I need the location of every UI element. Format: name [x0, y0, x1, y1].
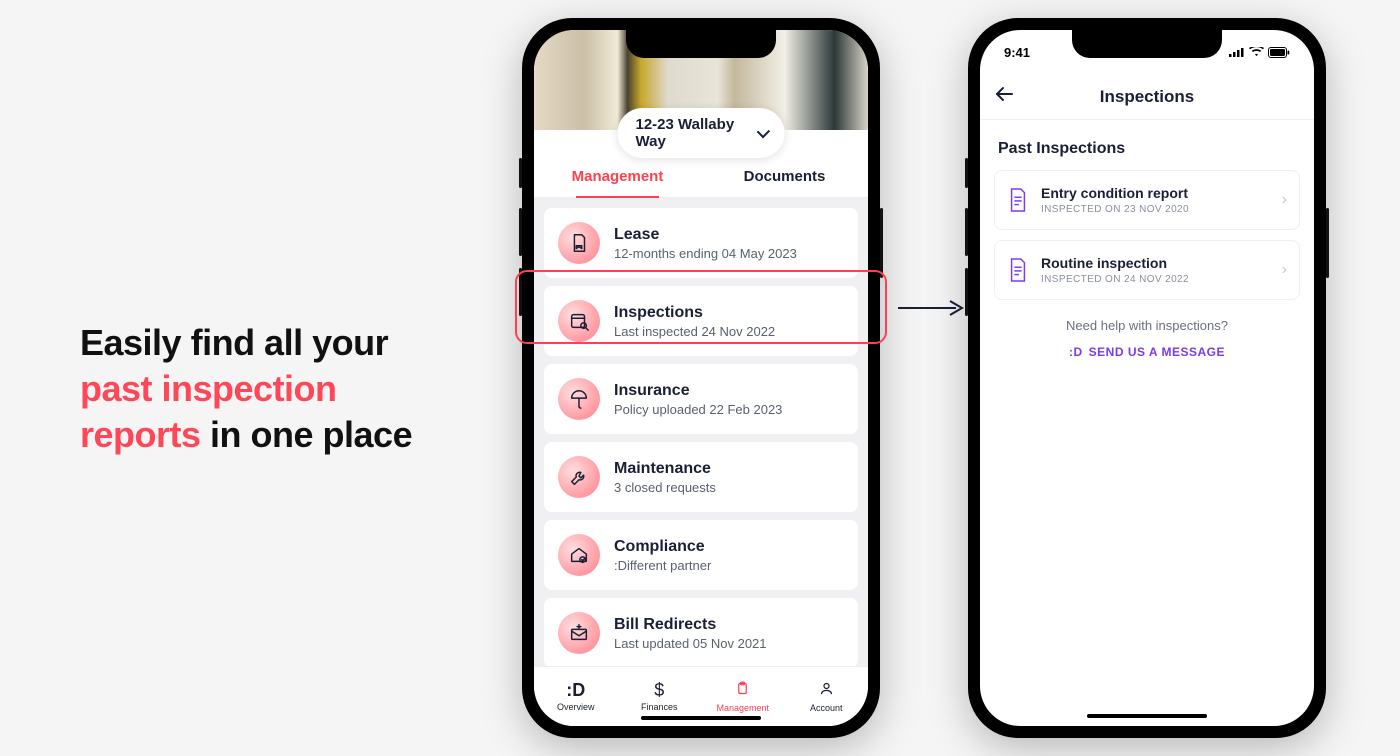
help-question: Need help with inspections?: [994, 318, 1300, 333]
maintenance-icon: [558, 456, 600, 498]
home-indicator: [1087, 714, 1207, 718]
card-lease[interactable]: Lease 12-months ending 04 May 2023: [544, 208, 858, 278]
inspection-item[interactable]: Routine inspection INSPECTED ON 24 NOV 2…: [994, 240, 1300, 300]
document-icon: [1007, 187, 1029, 213]
tab-documents[interactable]: Documents: [701, 158, 868, 197]
card-title: Lease: [614, 225, 797, 244]
inspection-title: Entry condition report: [1041, 185, 1189, 201]
bottom-nav: :D Overview $ Finances Management: [534, 666, 868, 726]
card-maintenance[interactable]: Maintenance 3 closed requests: [544, 442, 858, 512]
inspection-item[interactable]: Entry condition report INSPECTED ON 23 N…: [994, 170, 1300, 230]
marketing-headline: Easily find all your past inspection rep…: [80, 320, 412, 458]
card-title: Insurance: [614, 381, 782, 400]
screen-title: Inspections: [1100, 87, 1194, 107]
headline-line2: past inspection: [80, 368, 337, 409]
card-subtitle: Last updated 05 Nov 2021: [614, 636, 767, 651]
bill-redirects-icon: [558, 612, 600, 654]
card-title: Maintenance: [614, 459, 716, 478]
chevron-right-icon: ›: [1282, 261, 1287, 279]
headline-line1: Easily find all your: [80, 322, 388, 363]
home-indicator: [641, 716, 761, 720]
card-subtitle: 12-months ending 04 May 2023: [614, 246, 797, 261]
nav-label: Finances: [641, 702, 678, 712]
property-name: 12-23 Wallaby Way: [636, 116, 750, 150]
card-title: Compliance: [614, 537, 711, 556]
card-subtitle: Policy uploaded 22 Feb 2023: [614, 402, 782, 417]
screen-header: Inspections: [980, 74, 1314, 120]
brand-logo-icon: :D: [1069, 345, 1083, 359]
dollar-icon: $: [654, 681, 664, 699]
help-cta-label: SEND US A MESSAGE: [1089, 345, 1225, 359]
nav-label: Management: [716, 703, 769, 713]
nav-account[interactable]: Account: [785, 667, 869, 726]
compliance-icon: [558, 534, 600, 576]
card-compliance[interactable]: Compliance :Different partner: [544, 520, 858, 590]
document-icon: [1007, 257, 1029, 283]
lease-icon: [558, 222, 600, 264]
phone-notch: [1072, 30, 1222, 58]
section-past-inspections: Past Inspections: [998, 140, 1296, 158]
card-subtitle: 3 closed requests: [614, 480, 716, 495]
chevron-right-icon: ›: [1282, 191, 1287, 209]
clipboard-icon: [735, 680, 750, 700]
tab-bar: Management Documents: [534, 158, 868, 198]
phone-inspections: 9:41 Inspections Past Inspections: [968, 18, 1326, 738]
inspections-icon: [558, 300, 600, 342]
nav-label: Overview: [557, 702, 595, 712]
logo-icon: :D: [566, 681, 585, 699]
card-title: Bill Redirects: [614, 615, 767, 634]
arrow-right-icon: [896, 298, 966, 318]
card-insurance[interactable]: Insurance Policy uploaded 22 Feb 2023: [544, 364, 858, 434]
headline-line3-accent: reports: [80, 414, 201, 455]
inspection-date: INSPECTED ON 24 NOV 2022: [1041, 274, 1189, 285]
card-title: Inspections: [614, 303, 775, 322]
insurance-icon: [558, 378, 600, 420]
back-button[interactable]: [994, 85, 1014, 108]
card-subtitle: Last inspected 24 Nov 2022: [614, 324, 775, 339]
wifi-icon: [1249, 47, 1264, 57]
card-bill-redirects[interactable]: Bill Redirects Last updated 05 Nov 2021: [544, 598, 858, 668]
send-message-link[interactable]: :D SEND US A MESSAGE: [1069, 345, 1225, 359]
headline-line3-rest: in one place: [201, 414, 413, 455]
status-time: 9:41: [1004, 45, 1030, 60]
chevron-down-icon: [757, 125, 770, 138]
card-inspections[interactable]: Inspections Last inspected 24 Nov 2022: [544, 286, 858, 356]
card-subtitle: :Different partner: [614, 558, 711, 573]
phone-management: 12-23 Wallaby Way Management Documents L…: [522, 18, 880, 738]
nav-label: Account: [810, 703, 843, 713]
person-icon: [819, 680, 834, 700]
signal-icon: [1229, 47, 1245, 57]
inspection-date: INSPECTED ON 23 NOV 2020: [1041, 204, 1189, 215]
tab-management[interactable]: Management: [534, 158, 701, 197]
nav-overview[interactable]: :D Overview: [534, 667, 618, 726]
property-selector[interactable]: 12-23 Wallaby Way: [618, 108, 785, 158]
phone-notch: [626, 30, 776, 58]
battery-icon: [1268, 47, 1290, 58]
inspection-title: Routine inspection: [1041, 255, 1189, 271]
